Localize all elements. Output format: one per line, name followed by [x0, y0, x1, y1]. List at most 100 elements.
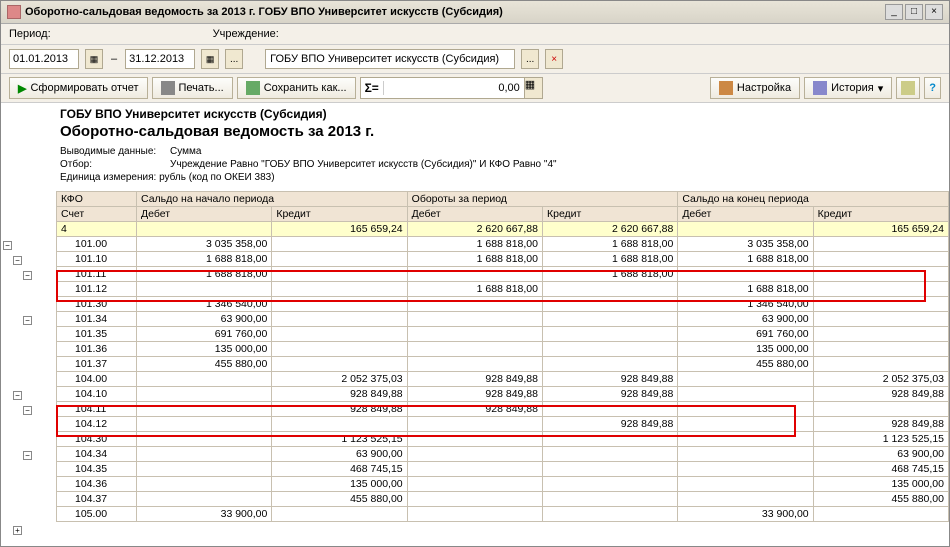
tree-collapse-icon[interactable]: − — [23, 271, 32, 280]
close-button[interactable]: × — [925, 4, 943, 20]
table-row[interactable]: 104.36135 000,00135 000,00 — [57, 477, 949, 492]
sigma-label: Σ= — [361, 81, 384, 95]
tree-collapse-icon[interactable]: − — [23, 406, 32, 415]
tree-gutter: − − − − − − − + — [1, 103, 56, 546]
table-cell — [542, 432, 677, 447]
help-button[interactable]: ? — [924, 77, 941, 99]
history-button[interactable]: История▾ — [804, 77, 892, 99]
date-from-input[interactable] — [9, 49, 79, 69]
institution-clear-button[interactable]: × — [545, 49, 563, 69]
col-start: Сальдо на начало периода — [137, 192, 408, 207]
table-cell: 468 745,15 — [272, 462, 407, 477]
date-to-picker-icon[interactable]: ▦ — [201, 49, 219, 69]
table-row[interactable]: 101.111 688 818,001 688 818,00 — [57, 267, 949, 282]
table-cell: 101.35 — [57, 327, 137, 342]
save-as-label: Сохранить как... — [264, 82, 347, 94]
tree-collapse-icon[interactable]: − — [13, 391, 22, 400]
period-label: Период: — [9, 28, 51, 40]
institution-input[interactable] — [265, 49, 515, 69]
table-row[interactable]: 101.003 035 358,001 688 818,001 688 818,… — [57, 237, 949, 252]
table-row[interactable]: 105.0033 900,0033 900,00 — [57, 507, 949, 522]
sigma-value: 0,00 — [384, 82, 524, 94]
table-cell: 3 035 358,00 — [678, 237, 813, 252]
table-cell: 1 688 818,00 — [542, 237, 677, 252]
table-row[interactable]: 4165 659,242 620 667,882 620 667,88165 6… — [57, 222, 949, 237]
table-cell: 63 900,00 — [678, 312, 813, 327]
table-row[interactable]: 104.002 052 375,03928 849,88928 849,882 … — [57, 372, 949, 387]
table-row[interactable]: 101.37455 880,00455 880,00 — [57, 357, 949, 372]
table-row[interactable]: 104.12928 849,88928 849,88 — [57, 417, 949, 432]
table-cell — [813, 237, 948, 252]
table-row[interactable]: 101.301 346 540,001 346 540,00 — [57, 297, 949, 312]
table-row[interactable]: 104.35468 745,15468 745,15 — [57, 462, 949, 477]
table-row[interactable]: 104.301 123 525,151 123 525,15 — [57, 432, 949, 447]
table-row[interactable]: 104.3463 900,0063 900,00 — [57, 447, 949, 462]
table-cell — [407, 507, 542, 522]
institution-label: Учреждение: — [213, 28, 279, 40]
table-row[interactable]: 104.37455 880,00455 880,00 — [57, 492, 949, 507]
date-from-picker-icon[interactable]: ▦ — [85, 49, 103, 69]
tree-collapse-icon[interactable]: − — [3, 241, 12, 250]
table-cell: 1 688 818,00 — [137, 267, 272, 282]
window-title: Оборотно-сальдовая ведомость за 2013 г. … — [25, 6, 885, 18]
table-cell: 101.12 — [57, 282, 137, 297]
table-row[interactable]: 101.36135 000,00135 000,00 — [57, 342, 949, 357]
sigma-picker-icon[interactable]: ▦ — [524, 78, 542, 98]
table-cell — [678, 402, 813, 417]
tree-expand-icon[interactable]: + — [13, 526, 22, 535]
table-cell — [272, 342, 407, 357]
print-button[interactable]: Печать... — [152, 77, 233, 99]
table-cell — [272, 252, 407, 267]
report-content: ГОБУ ВПО Университет искусств (Субсидия)… — [56, 103, 949, 546]
date-to-input[interactable] — [125, 49, 195, 69]
table-cell: 104.11 — [57, 402, 137, 417]
dash: – — [111, 53, 117, 65]
table-cell: 1 688 818,00 — [407, 282, 542, 297]
table-cell: 63 900,00 — [272, 447, 407, 462]
minimize-button[interactable]: _ — [885, 4, 903, 20]
table-cell: 455 880,00 — [137, 357, 272, 372]
table-row[interactable]: 101.3463 900,0063 900,00 — [57, 312, 949, 327]
gear-icon — [719, 81, 733, 95]
table-row[interactable]: 101.35691 760,00691 760,00 — [57, 327, 949, 342]
tree-collapse-icon[interactable]: − — [13, 256, 22, 265]
settings-button[interactable]: Настройка — [710, 77, 800, 99]
table-cell — [542, 342, 677, 357]
table-cell — [813, 282, 948, 297]
col-turnover: Обороты за период — [407, 192, 678, 207]
table-cell — [813, 327, 948, 342]
institution-dots-button[interactable]: ... — [521, 49, 539, 69]
table-cell — [678, 387, 813, 402]
period-dots-button[interactable]: ... — [225, 49, 243, 69]
table-cell — [272, 267, 407, 282]
table-cell — [272, 312, 407, 327]
tree-collapse-icon[interactable]: − — [23, 451, 32, 460]
table-row[interactable]: 104.10928 849,88928 849,88928 849,88928 … — [57, 387, 949, 402]
table-cell: 1 688 818,00 — [678, 282, 813, 297]
tool-button-1[interactable] — [896, 77, 920, 99]
report-org: ГОБУ ВПО Университет искусств (Субсидия) — [60, 107, 945, 121]
table-row[interactable]: 101.12 1 688 818,00 1 688 818,00 — [57, 282, 949, 297]
table-cell — [542, 477, 677, 492]
table-cell — [272, 282, 407, 297]
tree-collapse-icon[interactable]: − — [23, 316, 32, 325]
table-row[interactable]: 104.11928 849,88928 849,88 — [57, 402, 949, 417]
save-as-button[interactable]: Сохранить как... — [237, 77, 356, 99]
table-cell: 455 880,00 — [813, 492, 948, 507]
form-report-button[interactable]: ▶Сформировать отчет — [9, 77, 148, 99]
table-cell: 1 346 540,00 — [137, 297, 272, 312]
table-cell: 101.36 — [57, 342, 137, 357]
table-cell — [542, 492, 677, 507]
table-cell: 104.12 — [57, 417, 137, 432]
table-cell: 33 900,00 — [137, 507, 272, 522]
table-cell — [813, 507, 948, 522]
table-cell: 928 849,88 — [407, 402, 542, 417]
table-cell: 101.37 — [57, 357, 137, 372]
table-cell: 928 849,88 — [542, 387, 677, 402]
table-row[interactable]: 101.101 688 818,001 688 818,001 688 818,… — [57, 252, 949, 267]
table-cell — [542, 462, 677, 477]
table-cell: 2 620 667,88 — [542, 222, 677, 237]
table-cell: 928 849,88 — [542, 417, 677, 432]
restore-button[interactable]: □ — [905, 4, 923, 20]
table-cell: 104.10 — [57, 387, 137, 402]
